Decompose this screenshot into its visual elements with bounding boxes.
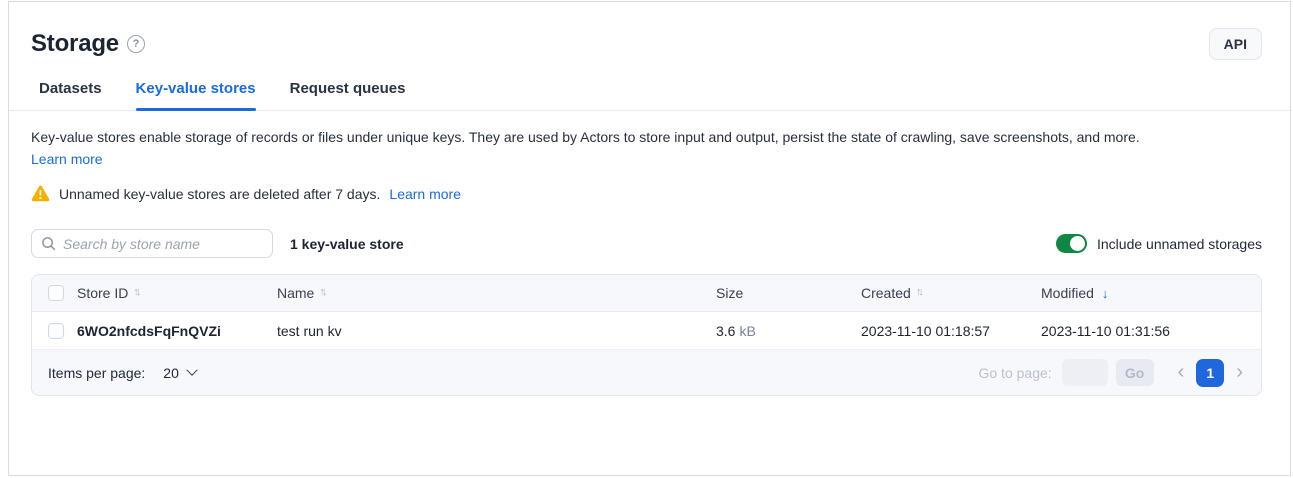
items-per-page-label: Items per page: [48, 365, 145, 381]
previous-page-icon[interactable]: ‹ [1176, 362, 1187, 382]
storage-panel: Storage ? API Datasets Key-value stores … [8, 1, 1291, 476]
tab-key-value-stores[interactable]: Key-value stores [136, 80, 256, 110]
size-value: 3.6 [716, 323, 735, 339]
row-checkbox[interactable] [48, 323, 64, 339]
table-header-row: Store ID ↑↓ Name ↑↓ Size Created ↑↓ Modi… [32, 275, 1261, 312]
tab-bar: Datasets Key-value stores Request queues [9, 80, 1290, 111]
sort-icon-name: ↑↓ [319, 286, 327, 298]
current-page-button[interactable]: 1 [1196, 359, 1224, 387]
sort-icon-created: ↑↓ [916, 286, 924, 298]
column-header-store-id[interactable]: Store ID ↑↓ [77, 285, 277, 301]
column-header-name[interactable]: Name ↑↓ [277, 285, 716, 301]
column-header-modified[interactable]: Modified ↓ [1041, 285, 1261, 301]
list-controls: 1 key-value store Include unnamed storag… [31, 229, 1262, 258]
warning-text: Unnamed key-value stores are deleted aft… [59, 186, 380, 202]
description-text: Key-value stores enable storage of recor… [31, 129, 1140, 145]
page-title: Storage [31, 30, 119, 58]
include-unnamed-toggle[interactable] [1056, 234, 1087, 253]
description-learn-more-link[interactable]: Learn more [31, 149, 1262, 170]
store-size-cell: 3.6 kB [716, 323, 861, 339]
next-page-icon[interactable]: › [1234, 362, 1245, 382]
toggle-label: Include unnamed storages [1097, 236, 1262, 252]
toggle-knob [1070, 236, 1085, 251]
store-id-cell[interactable]: 6WO2nfcdsFqFnQVZi [77, 323, 277, 339]
warning-banner: Unnamed key-value stores are deleted aft… [31, 185, 1262, 202]
store-name-cell[interactable]: test run kv [277, 323, 716, 339]
pager: ‹ 1 › [1176, 359, 1245, 387]
stores-table: Store ID ↑↓ Name ↑↓ Size Created ↑↓ Modi… [31, 274, 1262, 396]
tab-datasets[interactable]: Datasets [39, 80, 102, 110]
store-modified-cell: 2023-11-10 01:31:56 [1041, 323, 1261, 339]
go-button[interactable]: Go [1116, 359, 1154, 386]
sort-icon-store-id: ↑↓ [133, 286, 141, 298]
search-box [31, 229, 273, 258]
store-created-cell: 2023-11-10 01:18:57 [861, 323, 1041, 339]
table-footer: Items per page: 20 Go to page: Go ‹ 1 › [32, 350, 1261, 395]
go-to-page-label: Go to page: [978, 365, 1051, 381]
tab-request-queues[interactable]: Request queues [290, 80, 406, 110]
page-header: Storage ? API [31, 28, 1262, 60]
description-block: Key-value stores enable storage of recor… [31, 127, 1262, 170]
warning-learn-more-link[interactable]: Learn more [389, 186, 461, 202]
store-count: 1 key-value store [290, 236, 404, 252]
size-unit: kB [739, 323, 755, 339]
table-row[interactable]: 6WO2nfcdsFqFnQVZi test run kv 3.6 kB 202… [32, 312, 1261, 350]
items-per-page-value: 20 [163, 365, 179, 381]
column-header-created[interactable]: Created ↑↓ [861, 285, 1041, 301]
api-button[interactable]: API [1209, 28, 1262, 60]
search-input[interactable] [63, 236, 263, 252]
chevron-down-icon [186, 364, 197, 375]
items-per-page-select[interactable]: 20 [163, 365, 196, 381]
go-to-page-input[interactable] [1062, 359, 1108, 386]
help-icon[interactable]: ? [127, 35, 145, 53]
column-header-size[interactable]: Size [716, 285, 861, 301]
search-icon [41, 236, 56, 251]
sort-desc-icon-modified: ↓ [1102, 286, 1109, 301]
select-all-checkbox[interactable] [48, 285, 64, 301]
warning-icon [31, 185, 50, 202]
